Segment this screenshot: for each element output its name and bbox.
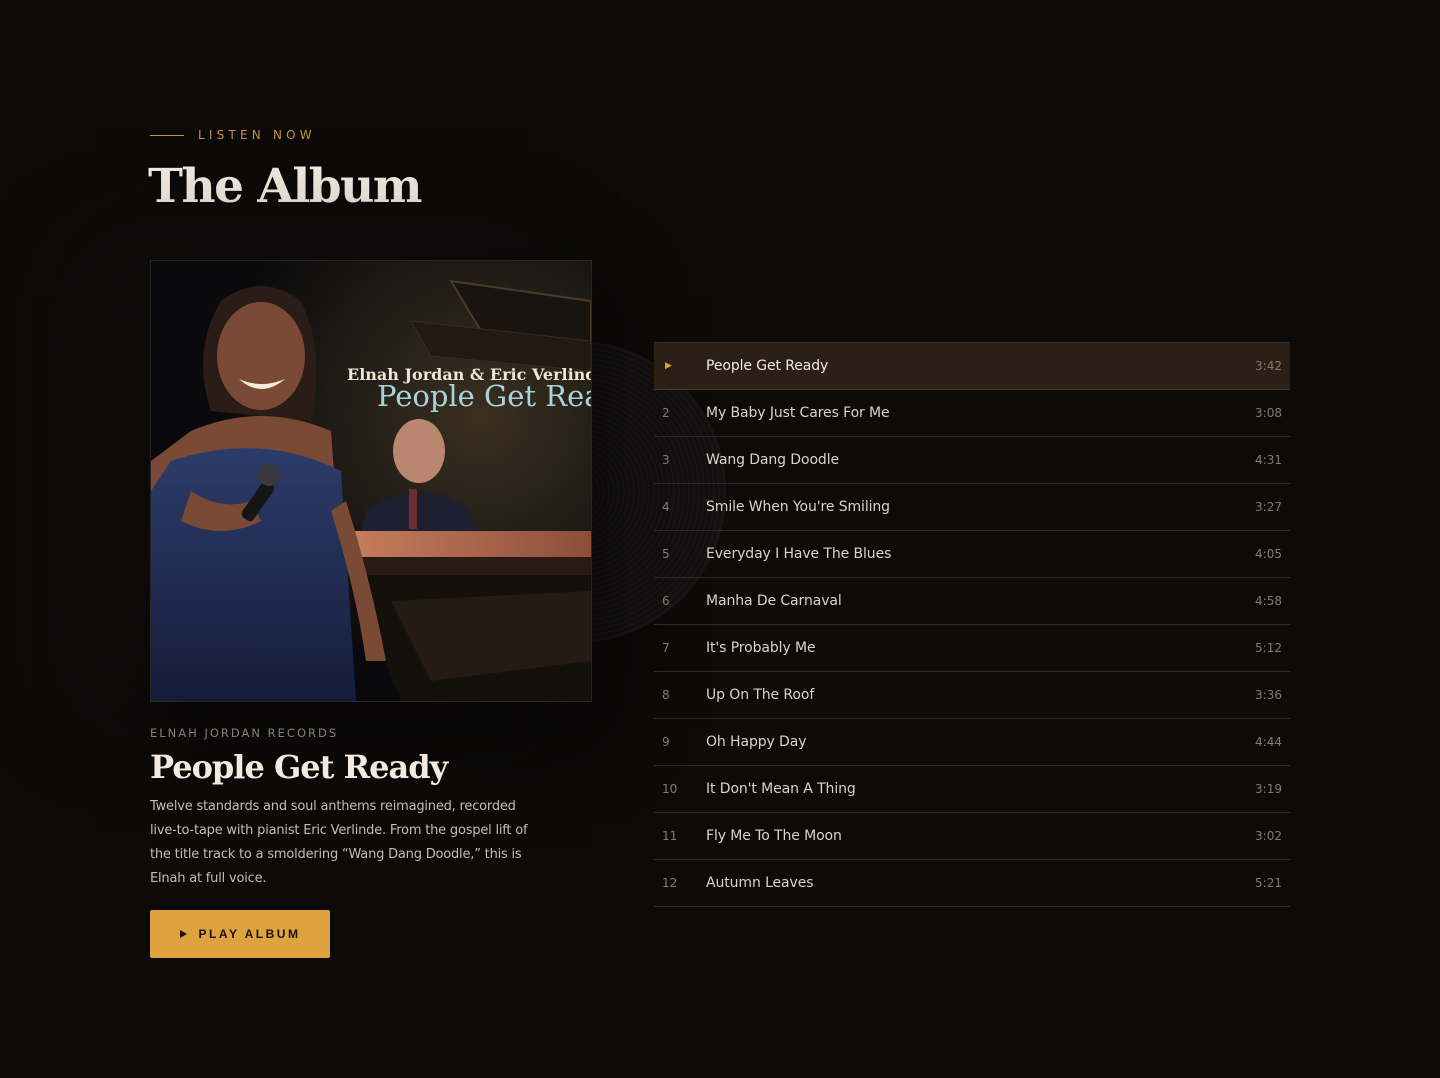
track-title: Smile When You're Smiling	[706, 499, 890, 515]
track-duration: 3:19	[1255, 782, 1282, 796]
track-number: 12	[662, 876, 678, 890]
track-number: 8	[662, 688, 670, 702]
play-icon	[179, 930, 187, 938]
eyebrow: LISTEN NOW	[150, 128, 316, 142]
track-duration: 3:08	[1255, 406, 1282, 420]
track-title: Wang Dang Doodle	[706, 452, 840, 468]
track-title: Everyday I Have The Blues	[706, 546, 892, 562]
track-title: My Baby Just Cares For Me	[706, 405, 890, 421]
track-title: It's Probably Me	[706, 640, 816, 656]
track-duration: 3:02	[1255, 829, 1282, 843]
track-row[interactable]: 7 It's Probably Me 5:12	[654, 625, 1290, 672]
track-duration: 5:12	[1255, 641, 1282, 655]
eyebrow-rule	[150, 134, 184, 136]
track-row[interactable]: 10 It Don't Mean A Thing 3:19	[654, 766, 1290, 813]
track-duration: 3:36	[1255, 688, 1282, 702]
cover-title: People Get Rea	[377, 379, 592, 413]
track-duration: 3:42	[1255, 359, 1282, 373]
track-row[interactable]: ▶ People Get Ready 3:42	[654, 342, 1290, 390]
record-label: ELNAH JORDAN RECORDS	[150, 726, 339, 740]
track-row[interactable]: 9 Oh Happy Day 4:44	[654, 719, 1290, 766]
album-title: People Get Ready	[150, 748, 448, 786]
track-row[interactable]: 12 Autumn Leaves 5:21	[654, 860, 1290, 907]
track-number: 10	[662, 782, 678, 796]
section-title: The Album	[148, 159, 423, 214]
track-title: People Get Ready	[706, 358, 829, 374]
track-title: It Don't Mean A Thing	[706, 781, 856, 797]
tracklist: ▶ People Get Ready 3:42 2 My Baby Just C…	[654, 342, 1290, 907]
track-number: 5	[662, 547, 670, 561]
play-album-label: PLAY ALBUM	[198, 927, 301, 941]
track-duration: 4:31	[1255, 453, 1282, 467]
track-number: 4	[662, 500, 670, 514]
track-duration: 3:27	[1255, 500, 1282, 514]
track-number: 3	[662, 453, 670, 467]
album-description: Twelve standards and soul anthems reimag…	[150, 799, 528, 886]
track-duration: 4:05	[1255, 547, 1282, 561]
track-duration: 4:44	[1255, 735, 1282, 749]
track-row[interactable]: 4 Smile When You're Smiling 3:27	[654, 484, 1290, 531]
eyebrow-label: LISTEN NOW	[198, 128, 316, 142]
track-title: Oh Happy Day	[706, 734, 807, 750]
track-row[interactable]: 2 My Baby Just Cares For Me 3:08	[654, 390, 1290, 437]
track-number: 11	[662, 829, 678, 843]
cover-photo	[151, 261, 591, 701]
track-title: Manha De Carnaval	[706, 593, 842, 609]
track-title: Fly Me To The Moon	[706, 828, 842, 844]
track-number: 7	[662, 641, 670, 655]
track-title: Up On The Roof	[706, 687, 815, 703]
track-row[interactable]: 11 Fly Me To The Moon 3:02	[654, 813, 1290, 860]
track-row[interactable]: 8 Up On The Roof 3:36	[654, 672, 1290, 719]
track-duration: 5:21	[1255, 876, 1282, 890]
track-row[interactable]: 6 Manha De Carnaval 4:58	[654, 578, 1290, 625]
album-cover[interactable]: Elnah Jordan & Eric Verlinde People Get …	[150, 260, 592, 702]
track-duration: 4:58	[1255, 594, 1282, 608]
now-playing-icon: ▶	[665, 361, 672, 371]
track-row[interactable]: 3 Wang Dang Doodle 4:31	[654, 437, 1290, 484]
track-title: Autumn Leaves	[706, 875, 814, 891]
track-number: 6	[662, 594, 670, 608]
track-number: 2	[662, 406, 670, 420]
track-row[interactable]: 5 Everyday I Have The Blues 4:05	[654, 531, 1290, 578]
play-album-button[interactable]: PLAY ALBUM	[150, 910, 330, 958]
track-number: 9	[662, 735, 670, 749]
album-section: LISTEN NOW The Album Elnah Jordan & Eric…	[0, 0, 1440, 1078]
